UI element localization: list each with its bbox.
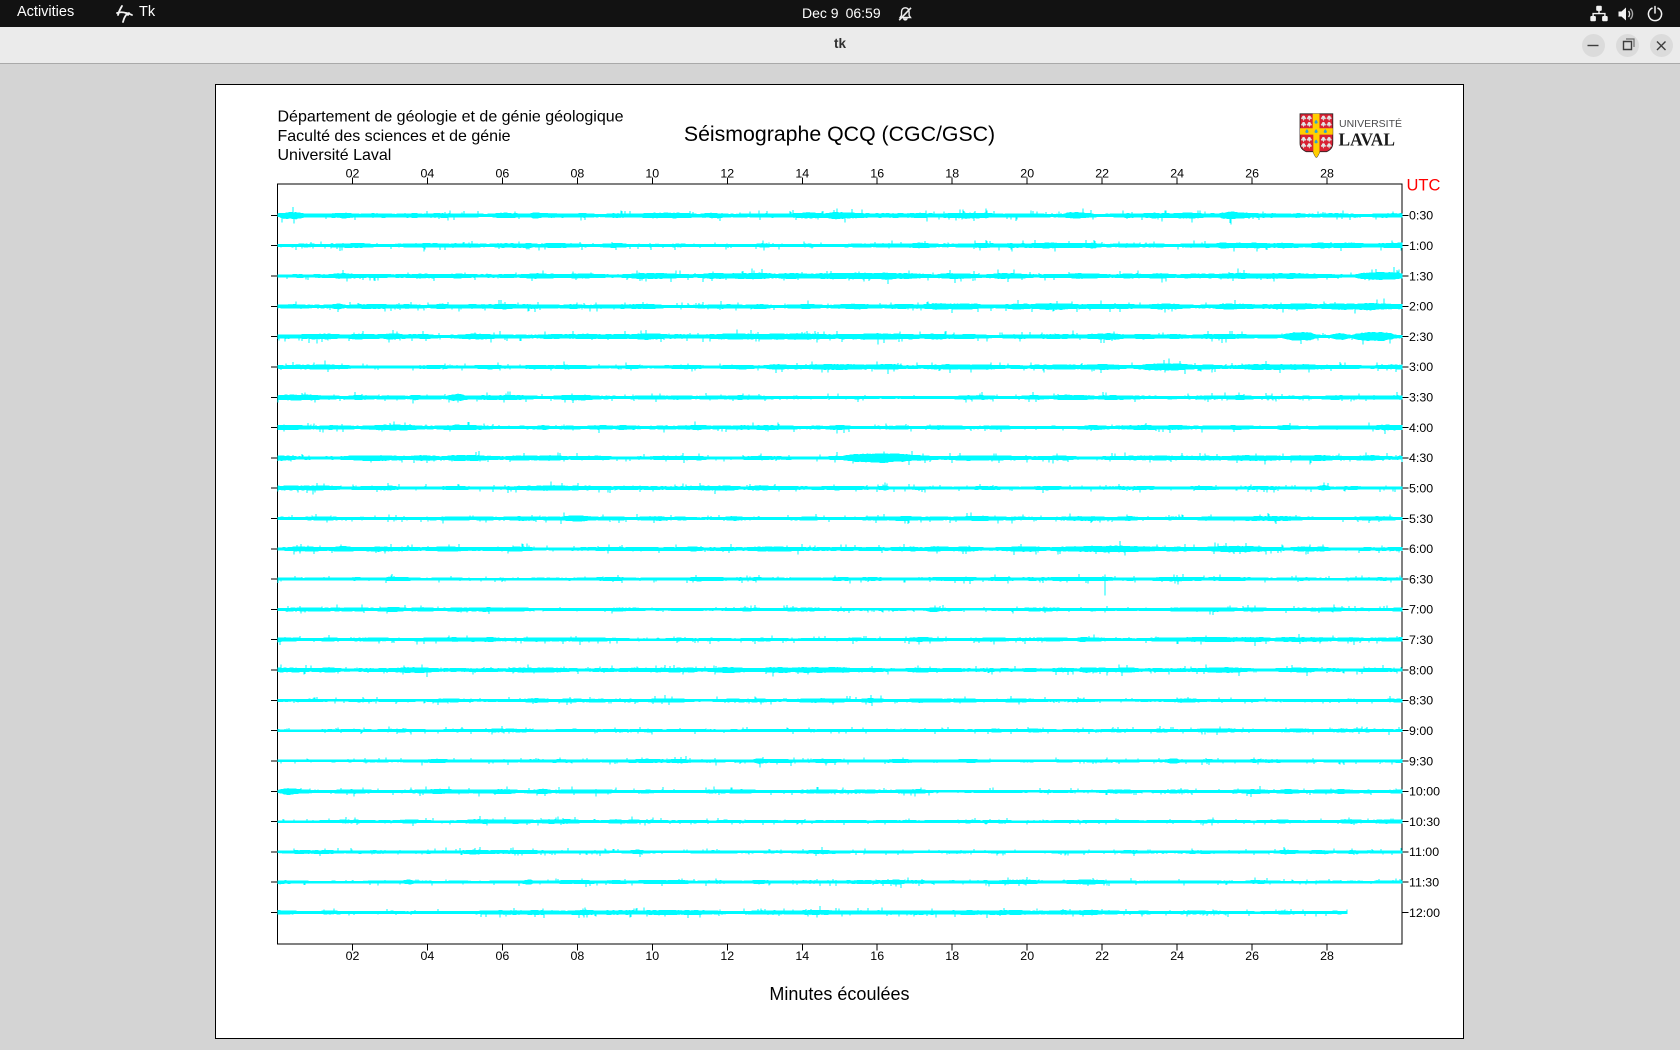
svg-text:10: 10 xyxy=(645,166,659,180)
svg-text:9:00: 9:00 xyxy=(1409,724,1433,738)
svg-text:18: 18 xyxy=(945,949,959,963)
svg-text:06: 06 xyxy=(496,949,510,963)
svg-text:08: 08 xyxy=(571,166,585,180)
svg-text:5:00: 5:00 xyxy=(1409,482,1433,496)
svg-text:Minutes écoulées: Minutes écoulées xyxy=(769,984,909,1004)
svg-text:14: 14 xyxy=(795,949,809,963)
svg-text:Université Laval: Université Laval xyxy=(278,147,392,164)
svg-text:22: 22 xyxy=(1095,166,1109,180)
svg-text:UTC: UTC xyxy=(1407,177,1441,195)
svg-text:02: 02 xyxy=(346,166,360,180)
svg-text:24: 24 xyxy=(1170,166,1184,180)
svg-text:22: 22 xyxy=(1095,949,1109,963)
svg-text:02: 02 xyxy=(346,949,360,963)
svg-text:28: 28 xyxy=(1320,949,1334,963)
svg-text:5:30: 5:30 xyxy=(1409,512,1433,526)
svg-text:8:00: 8:00 xyxy=(1409,663,1433,677)
svg-text:10:00: 10:00 xyxy=(1409,785,1440,799)
svg-text:20: 20 xyxy=(1020,949,1034,963)
svg-text:3:30: 3:30 xyxy=(1409,391,1433,405)
svg-text:9:30: 9:30 xyxy=(1409,754,1433,768)
svg-text:7:00: 7:00 xyxy=(1409,603,1433,617)
svg-text:28: 28 xyxy=(1320,166,1334,180)
svg-text:26: 26 xyxy=(1245,949,1259,963)
svg-text:0:30: 0:30 xyxy=(1409,209,1433,223)
svg-text:26: 26 xyxy=(1245,166,1259,180)
svg-text:10: 10 xyxy=(645,949,659,963)
svg-text:4:00: 4:00 xyxy=(1409,421,1433,435)
svg-text:18: 18 xyxy=(945,166,959,180)
svg-text:04: 04 xyxy=(421,949,435,963)
svg-text:Département de géologie et de: Département de géologie et de génie géol… xyxy=(278,109,624,126)
svg-text:06: 06 xyxy=(496,166,510,180)
svg-text:20: 20 xyxy=(1020,166,1034,180)
svg-text:2:00: 2:00 xyxy=(1409,300,1433,314)
svg-text:7:30: 7:30 xyxy=(1409,633,1433,647)
svg-text:04: 04 xyxy=(421,166,435,180)
svg-text:12: 12 xyxy=(720,166,734,180)
svg-text:16: 16 xyxy=(870,166,884,180)
svg-text:1:00: 1:00 xyxy=(1409,239,1433,253)
svg-text:LAVAL: LAVAL xyxy=(1339,130,1396,150)
svg-text:2:30: 2:30 xyxy=(1409,330,1433,344)
svg-text:14: 14 xyxy=(795,166,809,180)
svg-text:6:30: 6:30 xyxy=(1409,572,1433,586)
svg-text:08: 08 xyxy=(571,949,585,963)
svg-text:4:30: 4:30 xyxy=(1409,451,1433,465)
svg-text:11:00: 11:00 xyxy=(1409,845,1439,859)
svg-text:Faculté des sciences et de gén: Faculté des sciences et de génie xyxy=(278,128,511,145)
svg-text:Séismographe QCQ (CGC/GSC): Séismographe QCQ (CGC/GSC) xyxy=(684,122,995,146)
svg-text:11:30: 11:30 xyxy=(1409,876,1439,890)
svg-text:12:00: 12:00 xyxy=(1409,906,1440,920)
svg-text:8:30: 8:30 xyxy=(1409,694,1433,708)
svg-text:16: 16 xyxy=(870,949,884,963)
svg-text:12: 12 xyxy=(720,949,734,963)
svg-text:1:30: 1:30 xyxy=(1409,269,1433,283)
svg-text:3:00: 3:00 xyxy=(1409,360,1433,374)
svg-text:UNIVERSITÉ: UNIVERSITÉ xyxy=(1339,117,1402,130)
svg-text:24: 24 xyxy=(1170,949,1184,963)
svg-text:10:30: 10:30 xyxy=(1409,815,1440,829)
svg-text:6:00: 6:00 xyxy=(1409,542,1433,556)
